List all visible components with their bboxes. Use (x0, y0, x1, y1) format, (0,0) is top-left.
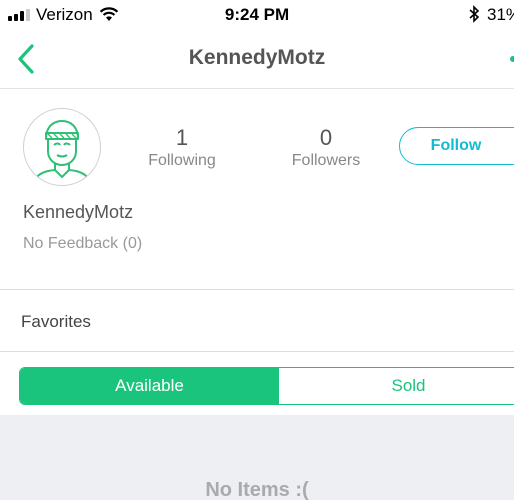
profile-username: KennedyMotz (23, 202, 134, 222)
bluetooth-icon (469, 5, 480, 23)
status-bar: Verizon 9:24 PM 31% (0, 0, 514, 30)
status-time: 9:24 PM (224, 5, 290, 24)
favorites-row[interactable]: Favorites (21, 312, 91, 332)
follow-button[interactable]: Follow (399, 127, 514, 165)
listing-tabs: Available Sold (19, 367, 514, 405)
following-stat[interactable]: 1 Following (122, 126, 242, 171)
followers-count: 0 (319, 125, 333, 150)
tab-available[interactable]: Available (20, 368, 279, 404)
followers-label: Followers (291, 152, 361, 169)
nav-action-indicator[interactable] (510, 56, 514, 62)
following-count: 1 (175, 125, 189, 150)
section-divider (0, 289, 514, 290)
tab-sold[interactable]: Sold (279, 368, 514, 404)
empty-state-message: No Items :( (205, 479, 309, 501)
battery-percentage: 31% (487, 5, 514, 24)
avatar-icon (33, 120, 91, 185)
avatar[interactable] (23, 108, 101, 186)
followers-stat[interactable]: 0 Followers (266, 126, 386, 171)
feedback-summary[interactable]: No Feedback (0) (23, 235, 142, 253)
page-title: KennedyMotz (188, 46, 326, 69)
section-divider (0, 351, 514, 352)
following-label: Following (148, 152, 216, 169)
nav-bar: KennedyMotz (0, 30, 514, 89)
